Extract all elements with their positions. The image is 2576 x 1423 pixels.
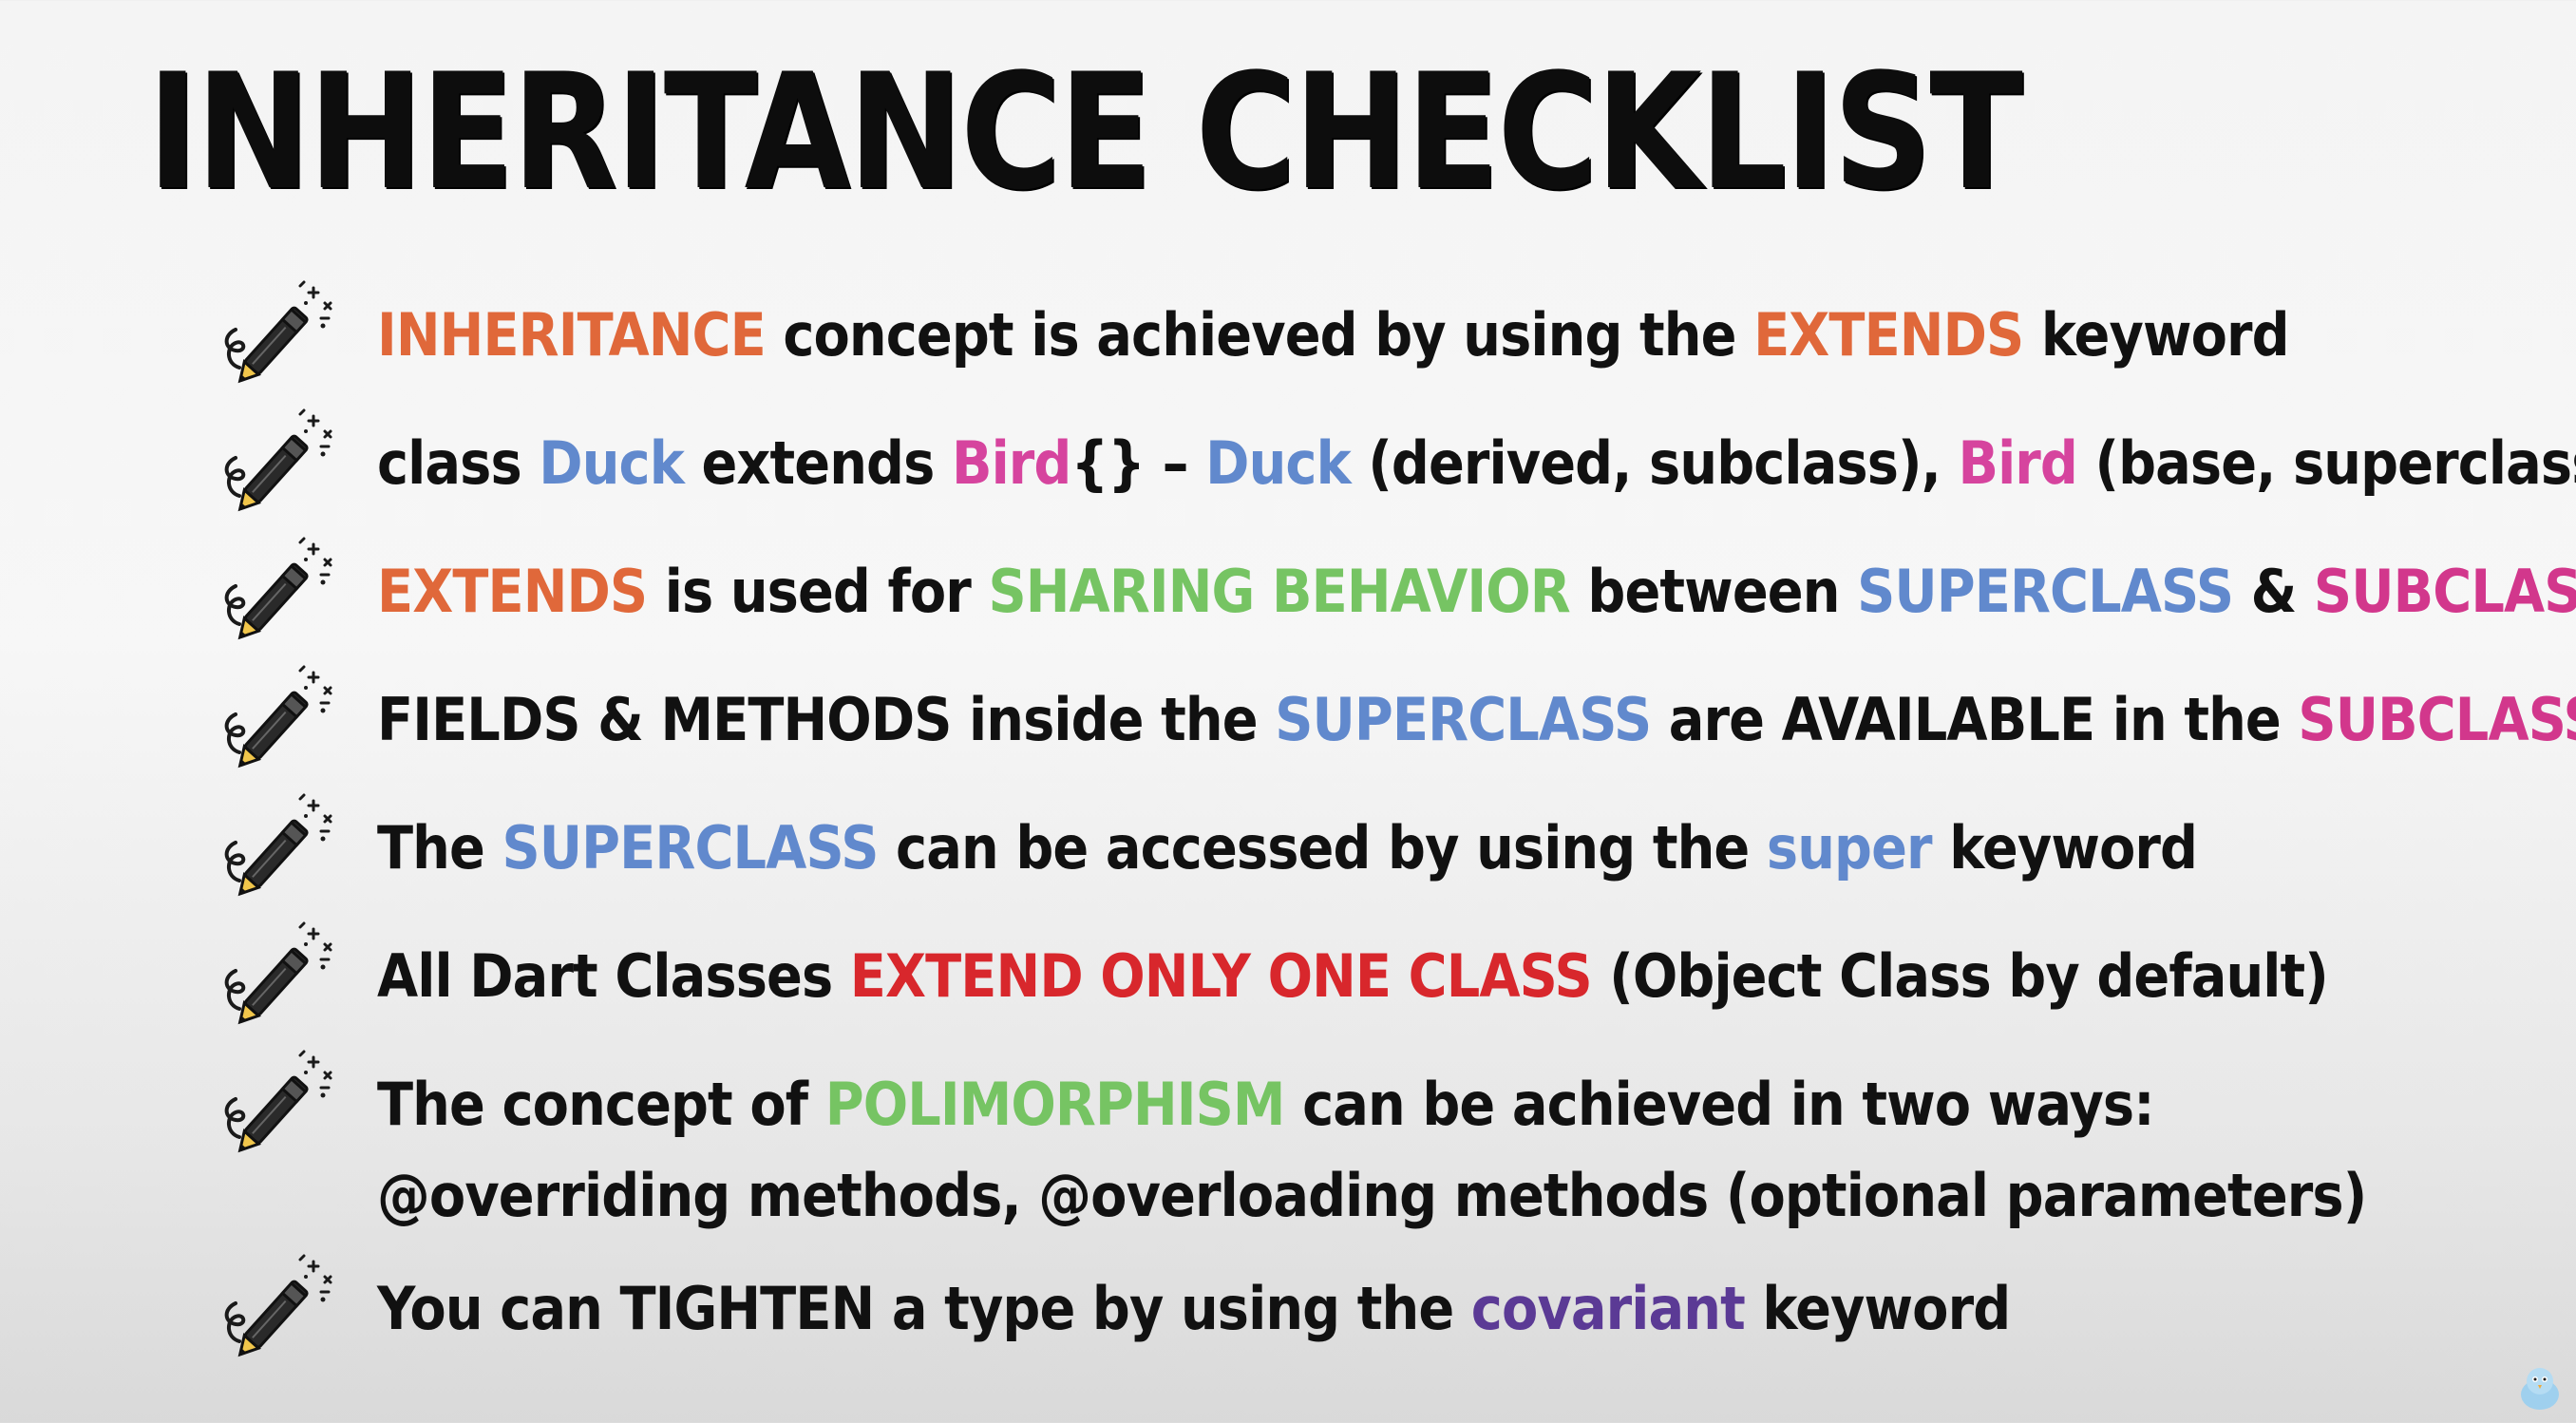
keyword-highlight: SUBCLASS: [2313, 557, 2576, 626]
text-segment: The: [377, 813, 502, 882]
magic-wand-pencil-icon: [218, 1254, 337, 1358]
text-segment: class: [377, 428, 540, 498]
keyword-highlight: EXTENDS: [377, 557, 648, 626]
checklist-item-text: The SUPERCLASS can be accessed by using …: [377, 803, 2198, 894]
keyword-highlight: SUPERCLASS: [1857, 557, 2234, 626]
keyword-highlight: super: [1766, 813, 1933, 882]
checklist-item-text: FIELDS & METHODS inside the SUPERCLASS a…: [377, 674, 2576, 766]
keyword-highlight: SUBCLASS: [2298, 685, 2576, 754]
text-segment: concept is achieved by using the: [765, 300, 1754, 370]
magic-wand-pencil-icon: [218, 665, 337, 769]
magic-wand-pencil-icon: [218, 408, 337, 513]
magic-wand-pencil-icon: [218, 537, 337, 641]
mascot-icon: [2521, 1368, 2559, 1410]
keyword-highlight: covariant: [1470, 1274, 1746, 1343]
magic-wand-pencil-icon: [218, 921, 337, 1026]
text-segment: is used for: [647, 557, 989, 626]
text-segment: between: [1569, 557, 1858, 626]
checklist-item-text: class Duck extends Bird{} – Duck (derive…: [377, 418, 2576, 509]
checklist-item: All Dart Classes EXTEND ONLY ONE CLASS (…: [218, 931, 2498, 1026]
text-segment: @overriding methods, @overloading method…: [377, 1161, 2367, 1230]
checklist-item-text: You can TIGHTEN a type by using the cova…: [377, 1263, 2011, 1355]
text-segment: keyword: [1744, 1274, 2011, 1343]
text-segment: keyword: [2023, 300, 2290, 370]
checklist-item-text: INHERITANCE concept is achieved by using…: [377, 290, 2290, 381]
checklist-item: You can TIGHTEN a type by using the cova…: [218, 1263, 2498, 1358]
text-segment: {} –: [1070, 428, 1206, 498]
text-segment: can be achieved in two ways:: [1284, 1070, 2154, 1139]
text-segment: &: [2233, 557, 2314, 626]
keyword-highlight: Duck: [539, 428, 685, 498]
text-segment: (Object Class by default): [1591, 941, 2329, 1011]
text-segment: are AVAILABLE in the: [1651, 685, 2299, 754]
keyword-highlight: EXTENDS: [1753, 300, 2024, 370]
checklist-item: EXTENDS is used for SHARING BEHAVIOR bet…: [218, 546, 2576, 641]
text-segment: keyword: [1931, 813, 2198, 882]
keyword-highlight: POLIMORPHISM: [824, 1070, 1286, 1139]
keyword-highlight: SUPERCLASS: [1275, 685, 1652, 754]
magic-wand-pencil-icon: [218, 280, 337, 385]
text-segment: All Dart Classes: [377, 941, 850, 1011]
magic-wand-pencil-icon: [218, 1050, 337, 1154]
slide: INHERITANCE CHECKLIST INHERITANCE concep…: [0, 0, 2576, 1423]
text-segment: The concept of: [377, 1070, 825, 1139]
checklist-item-text: All Dart Classes EXTEND ONLY ONE CLASS (…: [377, 931, 2329, 1022]
checklist-item: FIELDS & METHODS inside the SUPERCLASS a…: [218, 674, 2576, 769]
keyword-highlight: SHARING BEHAVIOR: [988, 557, 1570, 626]
keyword-highlight: Bird: [1958, 428, 2077, 498]
keyword-highlight: EXTEND ONLY ONE CLASS: [849, 941, 1593, 1011]
keyword-highlight: Bird: [951, 428, 1071, 498]
keyword-highlight: SUPERCLASS: [502, 813, 879, 882]
keyword-highlight: INHERITANCE: [377, 300, 767, 370]
keyword-highlight: Duck: [1205, 428, 1352, 498]
page-title: INHERITANCE CHECKLIST: [147, 39, 2023, 225]
checklist-item: The SUPERCLASS can be accessed by using …: [218, 803, 2498, 898]
text-segment: (derived, subclass),: [1350, 428, 1959, 498]
checklist-item: The concept of POLIMORPHISM can be achie…: [218, 1059, 2498, 1242]
text-segment: FIELDS & METHODS inside the: [377, 685, 1276, 754]
text-segment: You can TIGHTEN a type by using the: [377, 1274, 1471, 1343]
magic-wand-pencil-icon: [218, 793, 337, 898]
text-segment: extends: [683, 428, 952, 498]
checklist-item-text: The concept of POLIMORPHISM can be achie…: [377, 1059, 2367, 1242]
text-segment: can be accessed by using the: [878, 813, 1767, 882]
text-segment: (base, superclass): [2076, 428, 2576, 498]
checklist-item: INHERITANCE concept is achieved by using…: [218, 290, 2498, 385]
checklist-item-text: EXTENDS is used for SHARING BEHAVIOR bet…: [377, 546, 2576, 637]
checklist-item: class Duck extends Bird{} – Duck (derive…: [218, 418, 2576, 513]
